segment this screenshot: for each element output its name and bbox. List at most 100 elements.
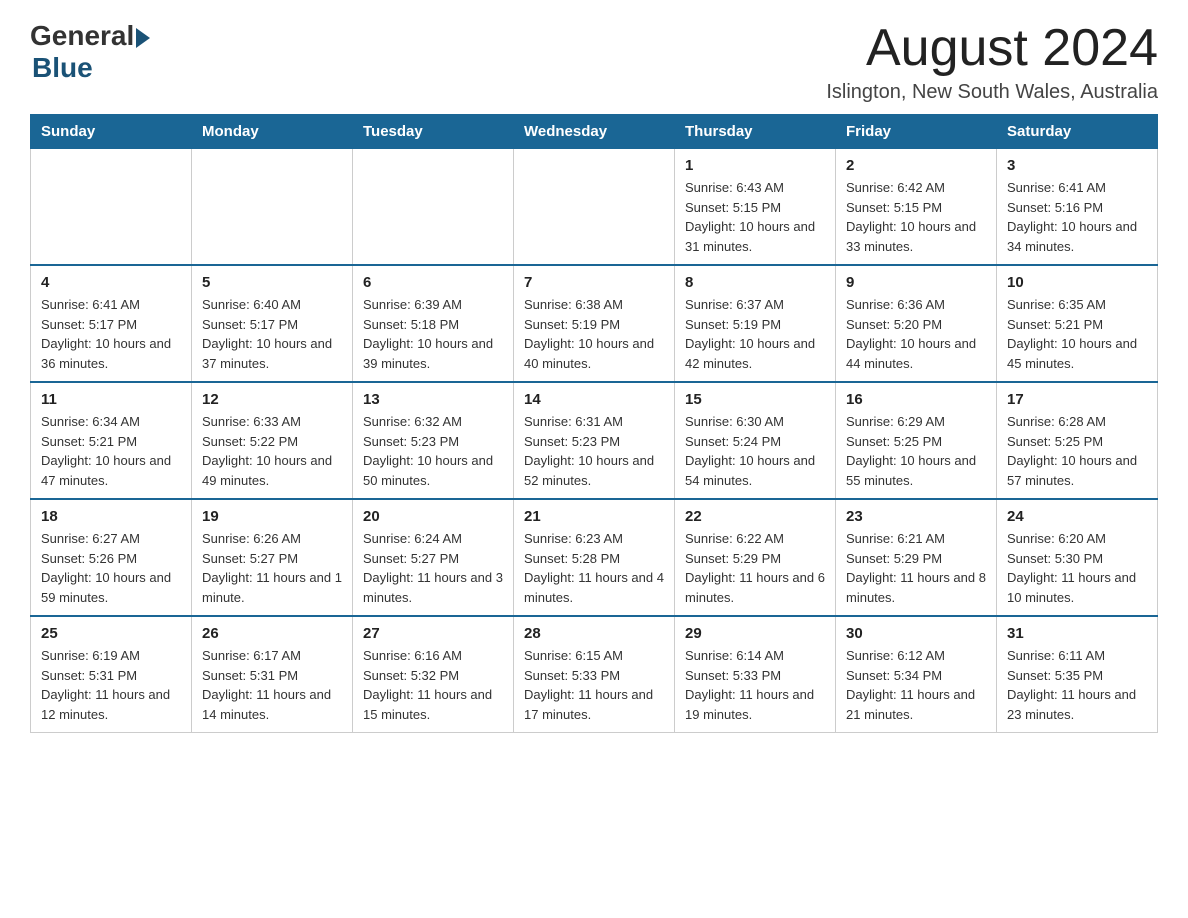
calendar-cell: 2 Sunrise: 6:42 AMSunset: 5:15 PMDaylight… xyxy=(836,149,997,266)
day-info: Sunrise: 6:12 AMSunset: 5:34 PMDaylight:… xyxy=(846,646,986,724)
day-info: Sunrise: 6:27 AMSunset: 5:26 PMDaylight:… xyxy=(41,529,181,607)
title-section: August 2024 Islington, New South Wales, … xyxy=(826,20,1158,104)
calendar-cell: 4Sunrise: 6:41 AMSunset: 5:17 PMDaylight… xyxy=(31,265,192,382)
calendar-cell: 20Sunrise: 6:24 AMSunset: 5:27 PMDayligh… xyxy=(353,499,514,616)
day-info: Sunrise: 6:15 AMSunset: 5:33 PMDaylight:… xyxy=(524,646,664,724)
day-info: Sunrise: 6:37 AMSunset: 5:19 PMDaylight:… xyxy=(685,295,825,373)
calendar-cell: 19 Sunrise: 6:26 AMSunset: 5:27 PMDayligh… xyxy=(192,499,353,616)
day-info: Sunrise: 6:34 AMSunset: 5:21 PMDaylight:… xyxy=(41,412,181,490)
day-number: 21 xyxy=(524,508,664,525)
day-info: Sunrise: 6:14 AMSunset: 5:33 PMDaylight:… xyxy=(685,646,825,724)
calendar-cell: 17 Sunrise: 6:28 AMSunset: 5:25 PMDayligh… xyxy=(997,382,1158,499)
calendar-week-row: 1 Sunrise: 6:43 AMSunset: 5:15 PMDaylight… xyxy=(31,149,1158,266)
month-title: August 2024 xyxy=(826,20,1158,77)
day-number: 27 xyxy=(363,625,503,642)
calendar-cell: 10 Sunrise: 6:35 AMSunset: 5:21 PMDayligh… xyxy=(997,265,1158,382)
day-number: 26 xyxy=(202,625,342,642)
day-number: 13 xyxy=(363,391,503,408)
day-number: 8 xyxy=(685,274,825,291)
calendar-cell: 26Sunrise: 6:17 AMSunset: 5:31 PMDayligh… xyxy=(192,616,353,733)
day-number: 16 xyxy=(846,391,986,408)
logo-blue-text: Blue xyxy=(32,52,93,84)
calendar-cell: 7 Sunrise: 6:38 AMSunset: 5:19 PMDaylight… xyxy=(514,265,675,382)
calendar-cell xyxy=(353,149,514,266)
day-number: 18 xyxy=(41,508,181,525)
calendar-cell: 8 Sunrise: 6:37 AMSunset: 5:19 PMDaylight… xyxy=(675,265,836,382)
day-number: 25 xyxy=(41,625,181,642)
logo: General Blue xyxy=(30,20,150,84)
day-number: 20 xyxy=(363,508,503,525)
calendar-table: SundayMondayTuesdayWednesdayThursdayFrid… xyxy=(30,114,1158,733)
calendar-cell: 23Sunrise: 6:21 AMSunset: 5:29 PMDayligh… xyxy=(836,499,997,616)
day-info: Sunrise: 6:38 AMSunset: 5:19 PMDaylight:… xyxy=(524,295,664,373)
calendar-week-row: 11Sunrise: 6:34 AMSunset: 5:21 PMDayligh… xyxy=(31,382,1158,499)
day-number: 6 xyxy=(363,274,503,291)
day-info: Sunrise: 6:35 AMSunset: 5:21 PMDaylight:… xyxy=(1007,295,1147,373)
logo-general-text: General xyxy=(30,20,134,52)
calendar-cell: 24Sunrise: 6:20 AMSunset: 5:30 PMDayligh… xyxy=(997,499,1158,616)
day-number: 9 xyxy=(846,274,986,291)
day-number: 10 xyxy=(1007,274,1147,291)
day-info: Sunrise: 6:19 AMSunset: 5:31 PMDaylight:… xyxy=(41,646,181,724)
day-number: 12 xyxy=(202,391,342,408)
weekday-header-saturday: Saturday xyxy=(997,115,1158,149)
day-info: Sunrise: 6:33 AMSunset: 5:22 PMDaylight:… xyxy=(202,412,342,490)
weekday-header-monday: Monday xyxy=(192,115,353,149)
day-number: 7 xyxy=(524,274,664,291)
day-number: 29 xyxy=(685,625,825,642)
calendar-cell: 6 Sunrise: 6:39 AMSunset: 5:18 PMDaylight… xyxy=(353,265,514,382)
calendar-cell: 28 Sunrise: 6:15 AMSunset: 5:33 PMDayligh… xyxy=(514,616,675,733)
day-info: Sunrise: 6:28 AMSunset: 5:25 PMDaylight:… xyxy=(1007,412,1147,490)
day-number: 24 xyxy=(1007,508,1147,525)
day-number: 28 xyxy=(524,625,664,642)
day-number: 14 xyxy=(524,391,664,408)
calendar-cell: 12 Sunrise: 6:33 AMSunset: 5:22 PMDayligh… xyxy=(192,382,353,499)
day-number: 3 xyxy=(1007,157,1147,174)
day-number: 15 xyxy=(685,391,825,408)
day-info: Sunrise: 6:32 AMSunset: 5:23 PMDaylight:… xyxy=(363,412,503,490)
calendar-cell: 9Sunrise: 6:36 AMSunset: 5:20 PMDaylight… xyxy=(836,265,997,382)
location-subtitle: Islington, New South Wales, Australia xyxy=(826,81,1158,104)
weekday-header-thursday: Thursday xyxy=(675,115,836,149)
day-info: Sunrise: 6:39 AMSunset: 5:18 PMDaylight:… xyxy=(363,295,503,373)
calendar-cell: 29 Sunrise: 6:14 AMSunset: 5:33 PMDayligh… xyxy=(675,616,836,733)
day-info: Sunrise: 6:22 AMSunset: 5:29 PMDaylight:… xyxy=(685,529,825,607)
weekday-header-friday: Friday xyxy=(836,115,997,149)
calendar-cell: 30 Sunrise: 6:12 AMSunset: 5:34 PMDayligh… xyxy=(836,616,997,733)
day-info: Sunrise: 6:23 AMSunset: 5:28 PMDaylight:… xyxy=(524,529,664,607)
day-info: Sunrise: 6:16 AMSunset: 5:32 PMDaylight:… xyxy=(363,646,503,724)
day-number: 1 xyxy=(685,157,825,174)
calendar-cell: 5 Sunrise: 6:40 AMSunset: 5:17 PMDaylight… xyxy=(192,265,353,382)
calendar-cell: 3 Sunrise: 6:41 AMSunset: 5:16 PMDaylight… xyxy=(997,149,1158,266)
calendar-week-row: 4Sunrise: 6:41 AMSunset: 5:17 PMDaylight… xyxy=(31,265,1158,382)
day-number: 31 xyxy=(1007,625,1147,642)
weekday-header-tuesday: Tuesday xyxy=(353,115,514,149)
calendar-cell: 22Sunrise: 6:22 AMSunset: 5:29 PMDayligh… xyxy=(675,499,836,616)
day-info: Sunrise: 6:40 AMSunset: 5:17 PMDaylight:… xyxy=(202,295,342,373)
day-number: 23 xyxy=(846,508,986,525)
day-info: Sunrise: 6:31 AMSunset: 5:23 PMDaylight:… xyxy=(524,412,664,490)
day-number: 2 xyxy=(846,157,986,174)
day-info: Sunrise: 6:41 AMSunset: 5:17 PMDaylight:… xyxy=(41,295,181,373)
day-info: Sunrise: 6:26 AMSunset: 5:27 PMDaylight:… xyxy=(202,529,342,607)
calendar-cell: 13 Sunrise: 6:32 AMSunset: 5:23 PMDayligh… xyxy=(353,382,514,499)
calendar-week-row: 18 Sunrise: 6:27 AMSunset: 5:26 PMDayligh… xyxy=(31,499,1158,616)
calendar-week-row: 25 Sunrise: 6:19 AMSunset: 5:31 PMDayligh… xyxy=(31,616,1158,733)
calendar-cell: 21 Sunrise: 6:23 AMSunset: 5:28 PMDayligh… xyxy=(514,499,675,616)
weekday-header-row: SundayMondayTuesdayWednesdayThursdayFrid… xyxy=(31,115,1158,149)
calendar-cell: 16 Sunrise: 6:29 AMSunset: 5:25 PMDayligh… xyxy=(836,382,997,499)
day-number: 5 xyxy=(202,274,342,291)
day-number: 30 xyxy=(846,625,986,642)
page-header: General Blue August 2024 Islington, New … xyxy=(30,20,1158,104)
day-info: Sunrise: 6:41 AMSunset: 5:16 PMDaylight:… xyxy=(1007,178,1147,256)
day-number: 19 xyxy=(202,508,342,525)
calendar-cell: 31 Sunrise: 6:11 AMSunset: 5:35 PMDayligh… xyxy=(997,616,1158,733)
day-info: Sunrise: 6:43 AMSunset: 5:15 PMDaylight:… xyxy=(685,178,825,256)
day-info: Sunrise: 6:11 AMSunset: 5:35 PMDaylight:… xyxy=(1007,646,1147,724)
day-info: Sunrise: 6:29 AMSunset: 5:25 PMDaylight:… xyxy=(846,412,986,490)
weekday-header-wednesday: Wednesday xyxy=(514,115,675,149)
calendar-cell: 18 Sunrise: 6:27 AMSunset: 5:26 PMDayligh… xyxy=(31,499,192,616)
day-number: 17 xyxy=(1007,391,1147,408)
calendar-cell: 27 Sunrise: 6:16 AMSunset: 5:32 PMDayligh… xyxy=(353,616,514,733)
day-info: Sunrise: 6:42 AMSunset: 5:15 PMDaylight:… xyxy=(846,178,986,256)
